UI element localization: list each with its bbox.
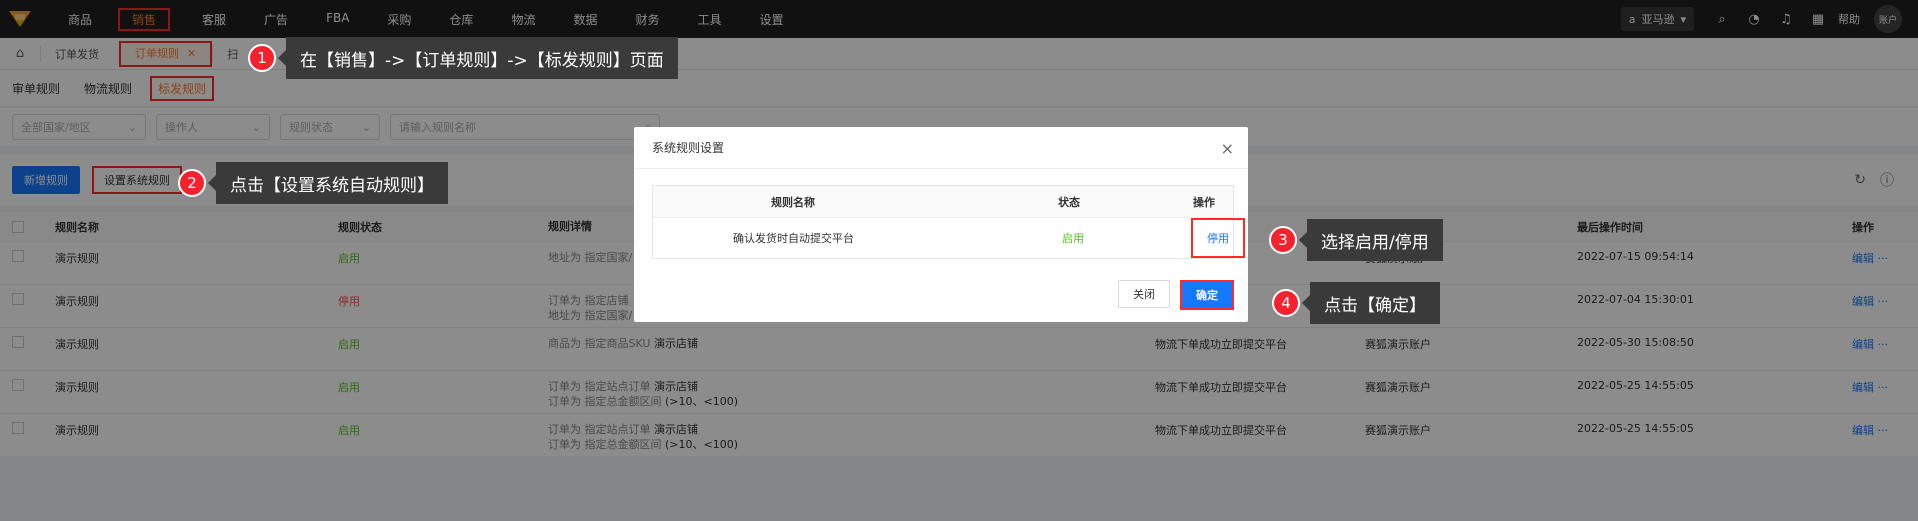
callout-text: 点击【确定】: [1310, 282, 1440, 324]
callout-text: 选择启用/停用: [1307, 219, 1443, 261]
modal-footer: 关闭 确定: [1118, 280, 1234, 310]
modal-header-op: 操作: [1193, 195, 1215, 209]
step-number-badge: 2: [178, 169, 206, 197]
callout-text: 点击【设置系统自动规则】: [216, 162, 448, 204]
modal-table-header: 规则名称 状态 操作: [653, 186, 1233, 218]
modal-header-name: 规则名称: [771, 195, 815, 209]
disable-rule-link[interactable]: 停用: [1191, 218, 1245, 258]
step-number-badge: 4: [1272, 289, 1300, 317]
modal-title: 系统规则设置: [652, 141, 725, 155]
callout-text: 在【销售】->【订单规则】->【标发规则】页面: [286, 37, 678, 79]
modal-rule-status: 启用: [1062, 232, 1084, 245]
system-rules-modal: 系统规则设置 × 规则名称 状态 操作 确认发货时自动提交平台 启用 停用 关闭…: [634, 127, 1248, 322]
callout-1: 1 在【销售】->【订单规则】->【标发规则】页面: [248, 37, 678, 79]
modal-table-row: 确认发货时自动提交平台 启用 停用: [653, 218, 1245, 258]
modal-header: 系统规则设置 ×: [634, 127, 1248, 169]
close-icon[interactable]: ×: [1221, 139, 1234, 158]
callout-3: 3 选择启用/停用: [1269, 219, 1443, 261]
modal-rule-name: 确认发货时自动提交平台: [733, 232, 854, 245]
modal-table: 规则名称 状态 操作 确认发货时自动提交平台 启用 停用: [652, 185, 1245, 259]
confirm-button[interactable]: 确定: [1180, 280, 1234, 310]
modal-header-status: 状态: [1058, 195, 1080, 209]
callout-4: 4 点击【确定】: [1272, 282, 1440, 324]
callout-2: 2 点击【设置系统自动规则】: [178, 162, 448, 204]
close-button[interactable]: 关闭: [1118, 280, 1170, 308]
step-number-badge: 3: [1269, 226, 1297, 254]
step-number-badge: 1: [248, 44, 276, 72]
